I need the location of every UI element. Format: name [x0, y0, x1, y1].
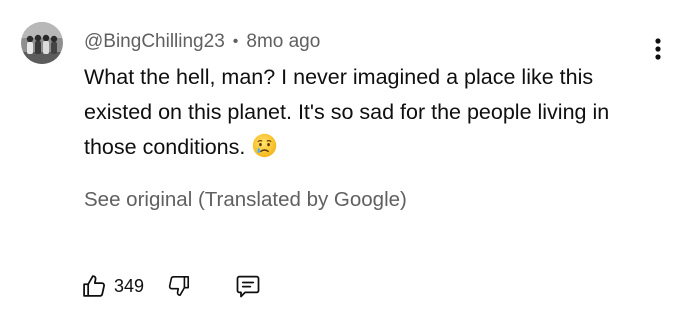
comment-card: @BingChilling23 • 8mo ago What the hell,…	[0, 0, 700, 325]
avatar-image	[21, 22, 63, 64]
like-button[interactable]: 349	[80, 272, 144, 300]
comment-timestamp[interactable]: 8mo ago	[246, 31, 320, 53]
comment-text: What the hell, man? I never imagined a p…	[84, 65, 610, 159]
dislike-button[interactable]	[166, 273, 192, 299]
avatar[interactable]	[21, 22, 63, 64]
reply-button[interactable]	[234, 272, 262, 300]
comment-header: @BingChilling23 • 8mo ago	[84, 28, 320, 56]
like-count: 349	[114, 275, 145, 296]
thumbs-up-icon	[83, 275, 105, 297]
thumbs-down-icon	[168, 275, 190, 297]
author-name[interactable]: @BingChilling23	[84, 31, 225, 53]
comment-actions: 349	[80, 266, 262, 306]
header-separator: •	[232, 33, 239, 50]
see-original-link[interactable]: See original (Translated by Google)	[84, 188, 407, 212]
more-options-button[interactable]	[644, 32, 672, 66]
comment-body: What the hell, man? I never imagined a p…	[84, 60, 644, 165]
comment-icon	[236, 275, 260, 298]
more-vertical-icon	[655, 38, 661, 60]
crying-face-emoji-icon	[253, 133, 277, 158]
